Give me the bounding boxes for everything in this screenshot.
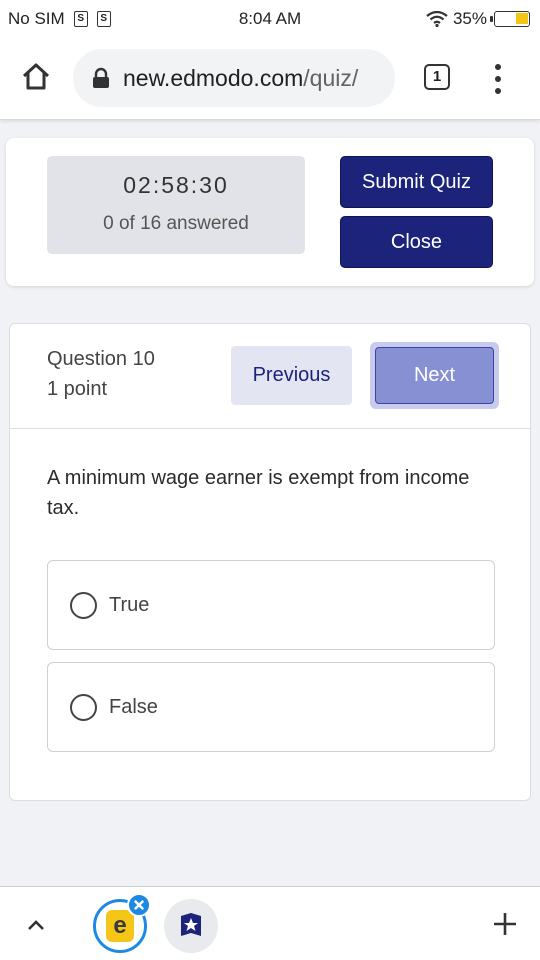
chevron-up-icon[interactable] — [24, 915, 48, 935]
answered-count: 0 of 16 answered — [103, 213, 249, 234]
answer-option-label: True — [109, 593, 150, 616]
url-path: /quiz/ — [303, 64, 359, 91]
next-button[interactable]: Next — [375, 347, 494, 404]
radio-button[interactable] — [70, 693, 97, 721]
more-vert-icon[interactable] — [490, 64, 506, 94]
question-text: A minimum wage earner is exempt from inc… — [47, 467, 470, 519]
battery-percent: 35% — [452, 9, 487, 28]
bottom-tab-bar: e — [0, 886, 540, 960]
quiz-status-card: 02:58:30 0 of 16 answered Submit Quiz Cl… — [6, 138, 534, 286]
previous-button[interactable]: Previous — [231, 346, 352, 405]
star-badge-icon — [181, 913, 201, 936]
wifi-icon — [426, 11, 448, 27]
answer-option-true[interactable]: True — [47, 560, 495, 650]
quiz-timer: 02:58:30 — [123, 172, 229, 198]
question-points: 1 point — [47, 378, 108, 400]
question-number: Question 10 — [47, 348, 155, 370]
browser-toolbar: new.edmodo.com/quiz/ 1 — [0, 38, 540, 120]
answer-option-label: False — [109, 695, 158, 718]
url-domain: new.edmodo.com — [123, 64, 304, 91]
plus-icon[interactable] — [492, 911, 518, 937]
status-right: 35% — [426, 9, 530, 29]
close-icon[interactable] — [127, 893, 151, 917]
battery-icon — [490, 11, 530, 27]
question-card: Question 10 1 point Previous Next A mini… — [9, 323, 531, 801]
timer-box: 02:58:30 0 of 16 answered — [47, 156, 305, 254]
submit-quiz-button[interactable]: Submit Quiz — [340, 156, 493, 208]
question-header: Question 10 1 point Previous Next — [10, 324, 530, 429]
address-bar[interactable]: new.edmodo.com/quiz/ — [73, 49, 395, 107]
close-button[interactable]: Close — [340, 216, 493, 268]
radio-button[interactable] — [70, 591, 97, 619]
status-bar: No SIM S S 8:04 AM 35% — [0, 0, 540, 38]
home-icon[interactable] — [20, 60, 52, 92]
edmodo-app-icon: e — [106, 910, 134, 942]
lock-icon — [93, 67, 109, 88]
answer-option-false[interactable]: False — [47, 662, 495, 752]
bookmark-tab[interactable] — [164, 899, 218, 953]
next-button-focus-ring: Next — [370, 342, 499, 409]
tabs-icon[interactable]: 1 — [424, 64, 450, 90]
